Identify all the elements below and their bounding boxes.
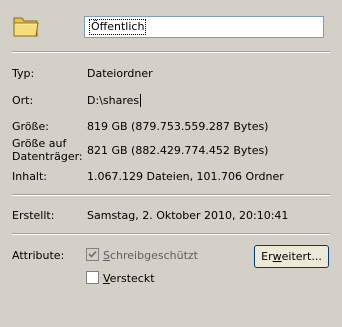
size-on-disk-label: Größe auf Datenträger: <box>12 137 83 163</box>
hidden-accel: V <box>103 272 110 285</box>
contains-value: 1.067.129 Dateien, 101.706 Ordner <box>87 170 284 183</box>
size-label: Größe: <box>12 120 49 133</box>
separator <box>12 233 330 235</box>
advanced-rest: eitert... <box>281 250 322 263</box>
attributes-label: Attribute: <box>12 249 65 262</box>
folder-icon <box>12 13 40 39</box>
readonly-label[interactable]: Schreibgeschützt <box>103 249 198 262</box>
folder-name-value: Öffentlich <box>89 19 147 35</box>
created-label: Erstellt: <box>12 209 55 222</box>
contains-label: Inhalt: <box>12 170 48 183</box>
type-label: Typ: <box>12 67 35 80</box>
text-caret <box>140 94 142 107</box>
hidden-rest: ersteckt <box>109 272 155 285</box>
readonly-checkbox[interactable] <box>86 248 99 261</box>
size-on-disk-value: 821 GB (882.429.774.452 Bytes) <box>87 144 269 157</box>
advanced-pre: Er <box>261 250 273 263</box>
hidden-checkbox[interactable] <box>86 271 99 284</box>
size-value: 819 GB (879.753.559.287 Bytes) <box>87 120 269 133</box>
location-field[interactable]: D:\shares <box>87 94 142 107</box>
size-on-disk-label-line2: Datenträger: <box>12 150 83 163</box>
folder-name-input[interactable]: Öffentlich <box>84 16 324 38</box>
location-value: D:\shares <box>87 94 140 107</box>
size-on-disk-label-line1: Größe auf <box>12 137 67 150</box>
readonly-accel: S <box>103 249 110 262</box>
hidden-label[interactable]: Versteckt <box>103 272 155 285</box>
location-label: Ort: <box>12 94 34 107</box>
readonly-rest: chreibgeschützt <box>109 249 198 262</box>
created-value: Samstag, 2. Oktober 2010, 20:10:41 <box>87 209 289 222</box>
checkmark-icon <box>88 250 97 258</box>
separator <box>12 194 330 196</box>
advanced-accel: w <box>272 250 282 263</box>
type-value: Dateiordner <box>87 67 153 80</box>
advanced-button[interactable]: Erweitert... <box>254 245 329 268</box>
separator <box>12 51 330 53</box>
